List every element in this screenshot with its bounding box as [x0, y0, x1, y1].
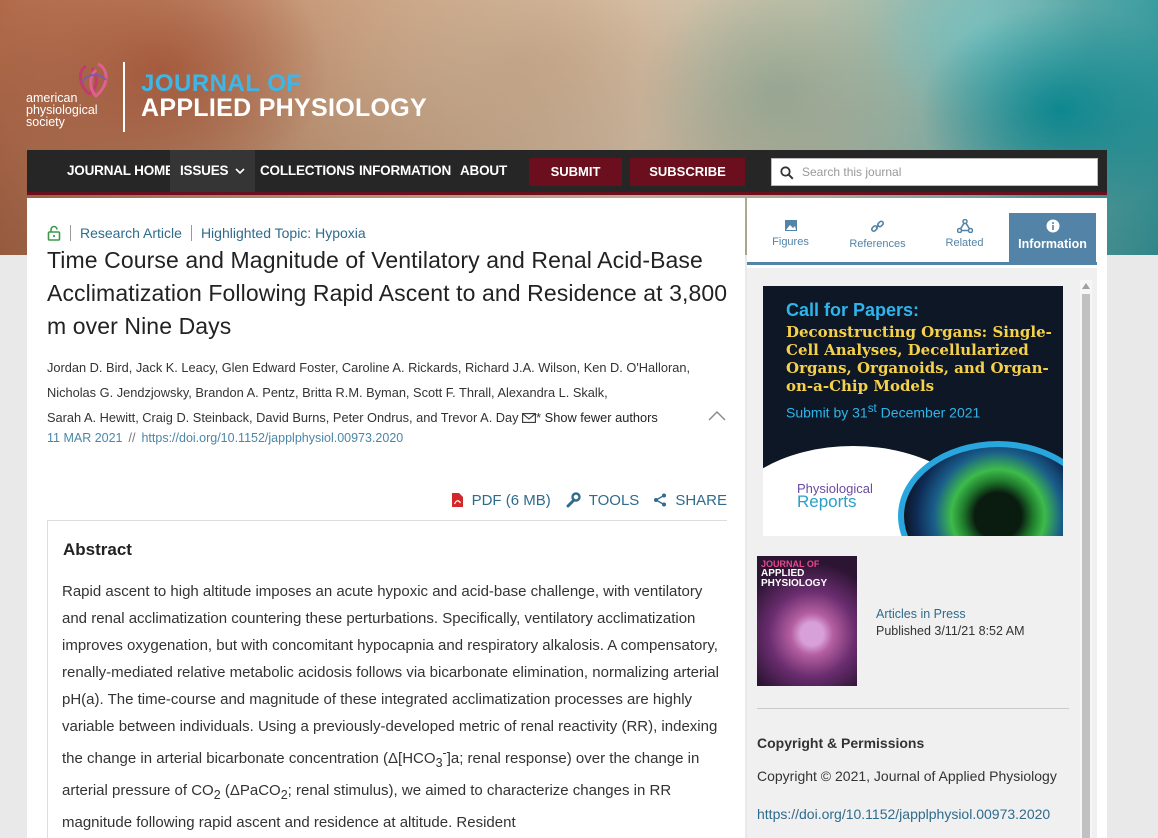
publication-date: 11 MAR 2021 — [47, 431, 123, 445]
nav-information[interactable]: INFORMATION — [359, 150, 451, 192]
open-access-lock-icon — [47, 225, 61, 241]
author-list: Jordan D. Bird, Jack K. Leacy, Glen Edwa… — [47, 355, 737, 430]
nav-about[interactable]: ABOUT — [460, 150, 507, 192]
doi-link[interactable]: https://doi.org/10.1152/japplphysiol.009… — [141, 431, 403, 445]
search-input[interactable] — [802, 162, 1092, 182]
authors-line[interactable]: Jordan D. Bird, Jack K. Leacy, Glen Edwa… — [47, 355, 737, 380]
article-title: Time Course and Magnitude of Ventilatory… — [47, 247, 728, 339]
abstract-text: Rapid ascent to high altitude imposes an… — [62, 578, 722, 836]
aps-text-line3: society — [26, 115, 65, 129]
journal-title-line1: JOURNAL OF — [141, 70, 302, 97]
wrench-icon — [566, 492, 581, 508]
pdf-label: PDF (6 MB) — [471, 491, 551, 509]
share-label: SHARE — [675, 491, 727, 509]
tab-label: Related — [945, 237, 984, 249]
chevron-up-icon[interactable] — [707, 410, 727, 422]
share-button[interactable]: SHARE — [653, 492, 727, 509]
chevron-down-icon — [235, 168, 245, 175]
abstract-heading: Abstract — [63, 540, 132, 559]
corresponding-mark: * — [536, 410, 542, 425]
search-box — [771, 158, 1098, 186]
network-icon — [956, 219, 973, 233]
cfp-deadline-sup: st — [867, 402, 877, 415]
image-icon — [784, 220, 797, 231]
show-fewer-authors-link[interactable]: Show fewer authors — [545, 410, 658, 425]
nav-collections[interactable]: COLLECTIONS — [260, 150, 355, 192]
abstract-part: Rapid ascent to high altitude imposes an… — [62, 583, 719, 767]
tab-information[interactable]: Information — [1009, 213, 1096, 262]
cell-image — [898, 441, 1063, 536]
authors-line[interactable]: Sarah A. Hewitt, Craig D. Steinback, Dav… — [47, 410, 519, 425]
publication-info: 11 MAR 2021 // https://doi.org/10.1152/jap… — [47, 431, 403, 445]
subscribe-button[interactable]: SUBSCRIBE — [630, 158, 745, 186]
tab-label: Information — [1018, 237, 1087, 251]
search-icon[interactable] — [780, 166, 794, 180]
abstract-part: (ΔPaCO — [220, 782, 281, 799]
cfp-heading: Call for Papers: — [786, 300, 920, 320]
cfp-deadline-part: Submit by 31 — [786, 404, 868, 421]
tab-related[interactable]: Related — [921, 213, 1008, 262]
issue-info: Articles in Press Published 3/11/21 8:52… — [876, 606, 1025, 640]
meta-separator — [190, 225, 192, 241]
pdf-icon — [451, 493, 463, 507]
sidebar-tabs: Figures References Related Information — [747, 213, 1097, 265]
info-icon — [1046, 219, 1059, 233]
tools-button[interactable]: TOOLS — [565, 491, 640, 509]
article-meta: Research Article Highlighted Topic: Hypo… — [47, 224, 366, 242]
copyright-text: Copyright © 2021, Journal of Applied Phy… — [757, 768, 1057, 784]
journal-title-line2: APPLIED PHYSIOLOGY — [141, 94, 428, 122]
tools-label: TOOLS — [588, 491, 640, 509]
link-icon — [870, 220, 885, 233]
date-separator: // — [128, 431, 136, 445]
divider — [757, 708, 1069, 709]
article-tools: PDF (6 MB) TOOLS SHARE — [437, 490, 727, 510]
share-icon — [654, 493, 667, 507]
authors-line-last: Sarah A. Hewitt, Craig D. Steinback, Dav… — [47, 405, 737, 430]
copyright-doi-link[interactable]: https://doi.org/10.1152/japplphysiol.009… — [757, 806, 1050, 822]
cfp-topic: Deconstructing Organs: Single-Cell Analy… — [786, 323, 1052, 395]
published-date: Published 3/11/21 8:52 AM — [876, 624, 1025, 638]
mail-icon[interactable] — [522, 413, 537, 423]
pr-logo-line2: Reports — [797, 492, 857, 511]
scrollbar-thumb[interactable] — [1082, 294, 1090, 838]
journal-cover-image[interactable]: JOURNAL OF APPLIED PHYSIOLOGY — [757, 556, 857, 686]
tab-label: References — [849, 238, 906, 250]
authors-line[interactable]: Nicholas G. Jendzjowsky, Brandon A. Pent… — [47, 380, 737, 405]
meta-separator — [70, 225, 71, 241]
copyright-heading: Copyright & Permissions — [757, 735, 925, 751]
cover-title-line2: APPLIED PHYSIOLOGY — [761, 568, 828, 589]
journal-logo[interactable]: JOURNAL OF APPLIED PHYSIOLOGY — [141, 70, 428, 122]
pdf-button[interactable]: PDF (6 MB) — [451, 492, 551, 509]
main-nav: JOURNAL HOME ISSUES COLLECTIONS INFORMAT… — [27, 150, 1107, 195]
nav-journal-home[interactable]: JOURNAL HOME — [67, 150, 174, 192]
aps-logo[interactable]: american physiological society — [26, 60, 116, 132]
abstract-subscript: 2 — [280, 788, 288, 802]
physiological-reports-logo: Physiological Reports — [797, 482, 873, 511]
logo-divider — [123, 62, 125, 132]
abstract-section: Abstract Rapid ascent to high altitude i… — [47, 521, 727, 838]
tab-references[interactable]: References — [834, 213, 921, 262]
sidebar: Figures References Related Information C… — [747, 198, 1107, 838]
sidebar-scrollbar[interactable] — [1080, 280, 1092, 838]
article-panel: Research Article Highlighted Topic: Hypo… — [27, 198, 745, 838]
nav-issues[interactable]: ISSUES — [170, 150, 255, 192]
cfp-deadline-part: December 2021 — [876, 404, 981, 421]
cfp-deadline: Submit by 31st December 2021 — [786, 402, 980, 421]
scroll-up-arrow-icon[interactable] — [1082, 283, 1090, 289]
tab-figures[interactable]: Figures — [747, 213, 834, 262]
abstract-subscript: 2 — [213, 788, 221, 802]
submit-button[interactable]: SUBMIT — [529, 158, 622, 186]
nav-issues-label: ISSUES — [180, 163, 229, 178]
articles-in-press-link[interactable]: Articles in Press — [876, 606, 1025, 623]
call-for-papers-banner[interactable]: Call for Papers: Deconstructing Organs: … — [763, 286, 1063, 536]
abstract-subscript: 3 — [435, 756, 443, 770]
sidebar-content: Call for Papers: Deconstructing Organs: … — [747, 268, 1097, 838]
article-topic[interactable]: Highlighted Topic: Hypoxia — [201, 225, 366, 241]
article-type[interactable]: Research Article — [80, 225, 182, 241]
tab-label: Figures — [772, 236, 809, 248]
